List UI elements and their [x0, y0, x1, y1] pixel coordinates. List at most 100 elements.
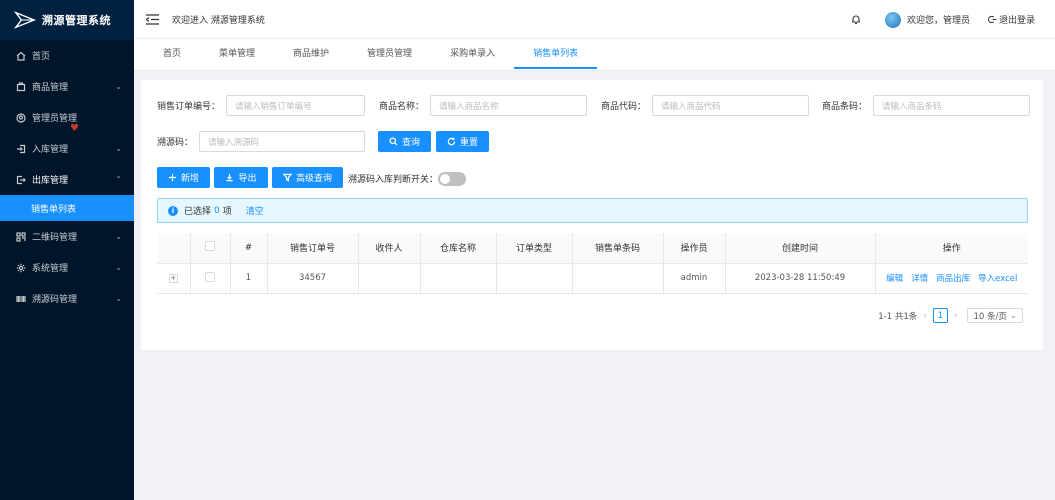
add-button[interactable]: 新增 — [157, 167, 210, 188]
order-no-input[interactable]: 请输入销售订单编号 — [226, 95, 366, 116]
pager-total: 1-1 共1条 — [878, 311, 918, 322]
sidebar-item-tracecode[interactable]: 溯源码管理 ⌄ — [0, 283, 134, 314]
sidebar-item-label: 入库管理 — [32, 145, 69, 155]
login-icon — [16, 144, 26, 154]
expand-row-icon[interactable]: + — [168, 274, 178, 283]
reload-icon — [447, 137, 456, 146]
tabs-bar: 首页 菜单管理 商品维护 管理员管理 采购单录入 销售单列表 — [134, 39, 1055, 71]
detail-link[interactable]: 详情 — [911, 274, 928, 284]
select-all-col-header — [190, 233, 231, 264]
welcome-title: 欢迎进入 溯源管理系统 — [172, 15, 265, 26]
sales-table: # 销售订单号 收件人 仓库名称 订单类型 销售单条码 操作员 创建时间 操作 … — [157, 233, 1028, 294]
selection-alert: i 已选择 0 项 清空 — [157, 198, 1028, 223]
table-header-row: # 销售订单号 收件人 仓库名称 订单类型 销售单条码 操作员 创建时间 操作 — [157, 233, 1028, 264]
edit-link[interactable]: 编辑 — [886, 274, 903, 284]
query-label: 查询 — [401, 138, 420, 148]
export-label: 导出 — [238, 174, 257, 184]
clear-selection-link[interactable]: 清空 — [246, 204, 264, 217]
sidebar-item-system[interactable]: 系统管理 ⌄ — [0, 252, 134, 283]
reset-button[interactable]: 重置 — [436, 131, 489, 152]
page-size-select[interactable]: 10 条/页 ⌄ — [967, 308, 1023, 323]
search-order-no: 销售订单编号： 请输入销售订单编号 — [157, 95, 366, 116]
pagination: 1-1 共1条 ‹ 1 › 10 条/页 ⌄ — [878, 308, 1023, 323]
tab-home[interactable]: 首页 — [144, 39, 200, 71]
sidebar-subitem-sales-list[interactable]: 销售单列表 — [0, 195, 134, 221]
expand-cell: + — [157, 263, 191, 294]
chevron-down-icon: ⌄ — [115, 144, 122, 153]
barcode-icon — [16, 294, 26, 304]
trace-switch-label: 溯源码入库判断开关： — [348, 175, 439, 185]
logo-icon — [14, 11, 36, 29]
add-label: 新增 — [180, 174, 199, 184]
alert-suffix: 项 — [222, 207, 232, 217]
goods-name-input[interactable]: 请输入商品名称 — [430, 95, 588, 116]
sidebar-item-inbound[interactable]: 入库管理 ⌄ — [0, 133, 134, 164]
avatar[interactable] — [884, 11, 901, 28]
sidebar-item-label: 出库管理 — [32, 176, 69, 186]
sidebar-item-outbound[interactable]: 出库管理 ⌃ — [0, 164, 134, 195]
home-icon — [16, 51, 26, 61]
goods-code-input[interactable]: 请输入商品代码 — [652, 95, 810, 116]
search-icon — [389, 137, 398, 146]
col-header-order-no: 销售订单号 — [267, 233, 359, 264]
sidebar-item-label: 二维码管理 — [32, 233, 78, 243]
trace-code-label: 溯源码： — [157, 138, 194, 148]
sidebar-item-goods[interactable]: 商品管理 ⌄ — [0, 71, 134, 102]
logout-label: 退出登录 — [998, 16, 1035, 26]
table-row: + 1 34567 admin 2023-03-28 11:50:49 编辑 详情… — [157, 263, 1028, 294]
goods-outbound-link[interactable]: 商品出库 — [936, 274, 970, 284]
trace-switch-toggle[interactable] — [438, 172, 466, 186]
advanced-label: 高级查询 — [295, 174, 332, 184]
import-excel-link[interactable]: 导入excel — [978, 274, 1017, 284]
qrcode-icon — [16, 231, 26, 242]
tab-purchase-entry[interactable]: 采购单录入 — [431, 39, 514, 71]
alert-prefix: 已选择 — [184, 207, 212, 217]
page-1-button[interactable]: 1 — [932, 308, 948, 323]
sidebar-item-home[interactable]: 首页 — [0, 40, 134, 71]
cell-order-no: 34567 — [267, 263, 359, 294]
prev-page-icon[interactable]: ‹ — [923, 311, 927, 321]
row-checkbox[interactable] — [205, 271, 215, 282]
advanced-query-button[interactable]: 高级查询 — [272, 167, 343, 188]
cell-index: 1 — [230, 263, 268, 294]
gear-icon — [16, 263, 26, 273]
export-button[interactable]: 导出 — [214, 167, 268, 188]
download-icon — [226, 173, 234, 182]
search-goods-barcode: 商品条码： 请输入商品条码 — [822, 95, 1031, 116]
cell-warehouse — [420, 263, 497, 294]
goods-code-label: 商品代码： — [601, 102, 647, 112]
tab-goods-maintain[interactable]: 商品维护 — [274, 39, 348, 71]
goods-barcode-input[interactable]: 请输入商品条码 — [873, 95, 1031, 116]
query-button[interactable]: 查询 — [378, 131, 431, 152]
reset-label: 重置 — [459, 138, 478, 148]
col-header-operator: 操作员 — [663, 233, 726, 264]
menu-fold-icon[interactable] — [146, 12, 160, 26]
tab-menu-manage[interactable]: 菜单管理 — [200, 39, 274, 71]
cell-created: 2023-03-28 11:50:49 — [725, 263, 876, 294]
tab-admin-manage[interactable]: 管理员管理 — [348, 39, 431, 71]
select-all-checkbox[interactable] — [205, 241, 215, 252]
sidebar-item-label: 系统管理 — [32, 264, 69, 274]
next-page-icon[interactable]: › — [954, 311, 958, 321]
cell-actions: 编辑 详情 商品出库 导入excel — [875, 263, 1028, 294]
tab-sales-list[interactable]: 销售单列表 — [514, 39, 598, 71]
sidebar: 溯源管理系统 首页 商品管理 ⌄ 管理员管理 入库管理 ⌄ 出库管理 ⌃ 销售单… — [0, 0, 134, 500]
filter-icon — [282, 173, 292, 182]
logout-button[interactable]: 退出登录 — [987, 13, 1035, 26]
header-right: 欢迎您，管理员 退出登录 — [851, 0, 1035, 39]
user-greeting[interactable]: 欢迎您，管理员 — [907, 13, 970, 26]
user-circle-icon — [16, 112, 26, 123]
logo[interactable]: 溯源管理系统 — [0, 0, 134, 40]
col-header-created: 创建时间 — [725, 233, 876, 264]
trace-code-input[interactable]: 请输入溯源码 — [199, 131, 366, 152]
sidebar-menu: 首页 商品管理 ⌄ 管理员管理 入库管理 ⌄ 出库管理 ⌃ 销售单列表 二维码管… — [0, 40, 134, 314]
col-header-index: # — [230, 233, 268, 264]
sidebar-item-qrcode[interactable]: 二维码管理 ⌄ — [0, 221, 134, 252]
bell-icon[interactable] — [851, 14, 863, 26]
chevron-down-icon: ⌄ — [115, 232, 122, 241]
switch-knob — [440, 174, 450, 184]
main-card: 销售订单编号： 请输入销售订单编号 商品名称： 请输入商品名称 商品代码： 请输… — [141, 80, 1043, 350]
chevron-down-icon: ⌄ — [115, 263, 122, 272]
col-header-receiver: 收件人 — [358, 233, 421, 264]
sidebar-item-admin[interactable]: 管理员管理 — [0, 102, 134, 133]
